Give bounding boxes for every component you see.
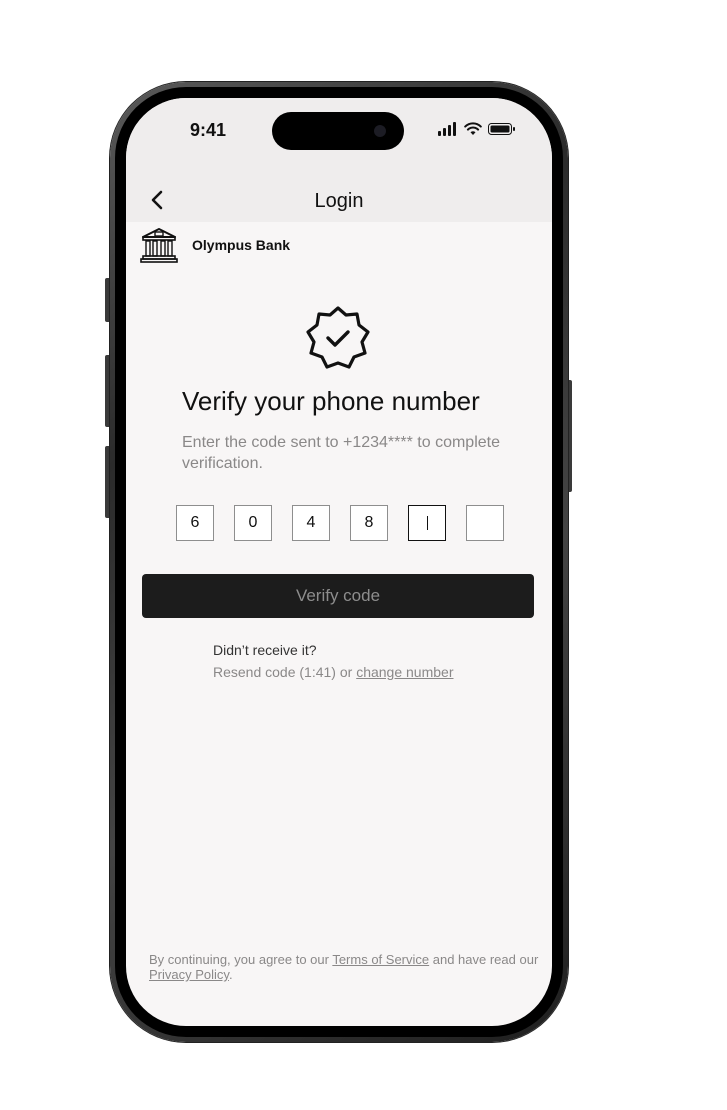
resend-line: Resend code (1:41) or change number	[213, 664, 454, 680]
verify-heading: Verify your phone number	[182, 386, 480, 416]
cellular-signal-icon	[438, 122, 456, 136]
resend-question: Didn’t receive it?	[213, 642, 317, 658]
verify-subtext: Enter the code sent to +1234**** to comp…	[182, 434, 500, 472]
footer-middle: and have read our	[429, 952, 539, 967]
resend-code-text[interactable]: Resend code (1:41) or	[213, 664, 356, 680]
camera-dot	[374, 125, 386, 137]
footer-suffix: .	[228, 967, 233, 982]
otp-digit-3[interactable]: 4	[292, 505, 330, 541]
verified-badge-icon	[306, 306, 370, 369]
footer-prefix: By continuing, you agree to our	[149, 952, 333, 967]
otp-digit-6[interactable]	[466, 505, 504, 541]
brand-name: Olympus Bank	[192, 237, 291, 253]
wifi-icon	[464, 122, 482, 135]
battery-icon	[488, 123, 515, 135]
verify-code-button[interactable]: Verify code	[142, 574, 534, 618]
otp-digit-4[interactable]: 8	[350, 505, 388, 541]
status-icons	[438, 122, 516, 136]
terms-of-service-link[interactable]: Terms of Service	[332, 952, 429, 967]
status-time: 9:41	[190, 120, 227, 140]
phone-screen: 9:41 Login Olympus Bank Verify your phon…	[126, 98, 552, 1026]
otp-digit-5[interactable]	[408, 505, 446, 541]
change-number-link[interactable]: change number	[356, 664, 453, 680]
page-title: Login	[314, 190, 364, 212]
otp-digit-2[interactable]: 0	[234, 505, 272, 541]
privacy-policy-link[interactable]: Privacy Policy	[149, 967, 229, 982]
otp-digit-1[interactable]: 6	[176, 505, 214, 541]
stage: 9:41 Login Olympus Bank Verify your phon…	[0, 0, 727, 1110]
text-cursor	[426, 516, 428, 530]
otp-input-row: 6 0 4 8	[176, 505, 504, 541]
dynamic-island	[272, 112, 404, 150]
bank-building-icon	[140, 228, 178, 263]
legal-footer: By continuing, you agree to our Terms of…	[149, 952, 544, 982]
brand: Olympus Bank	[140, 226, 290, 264]
